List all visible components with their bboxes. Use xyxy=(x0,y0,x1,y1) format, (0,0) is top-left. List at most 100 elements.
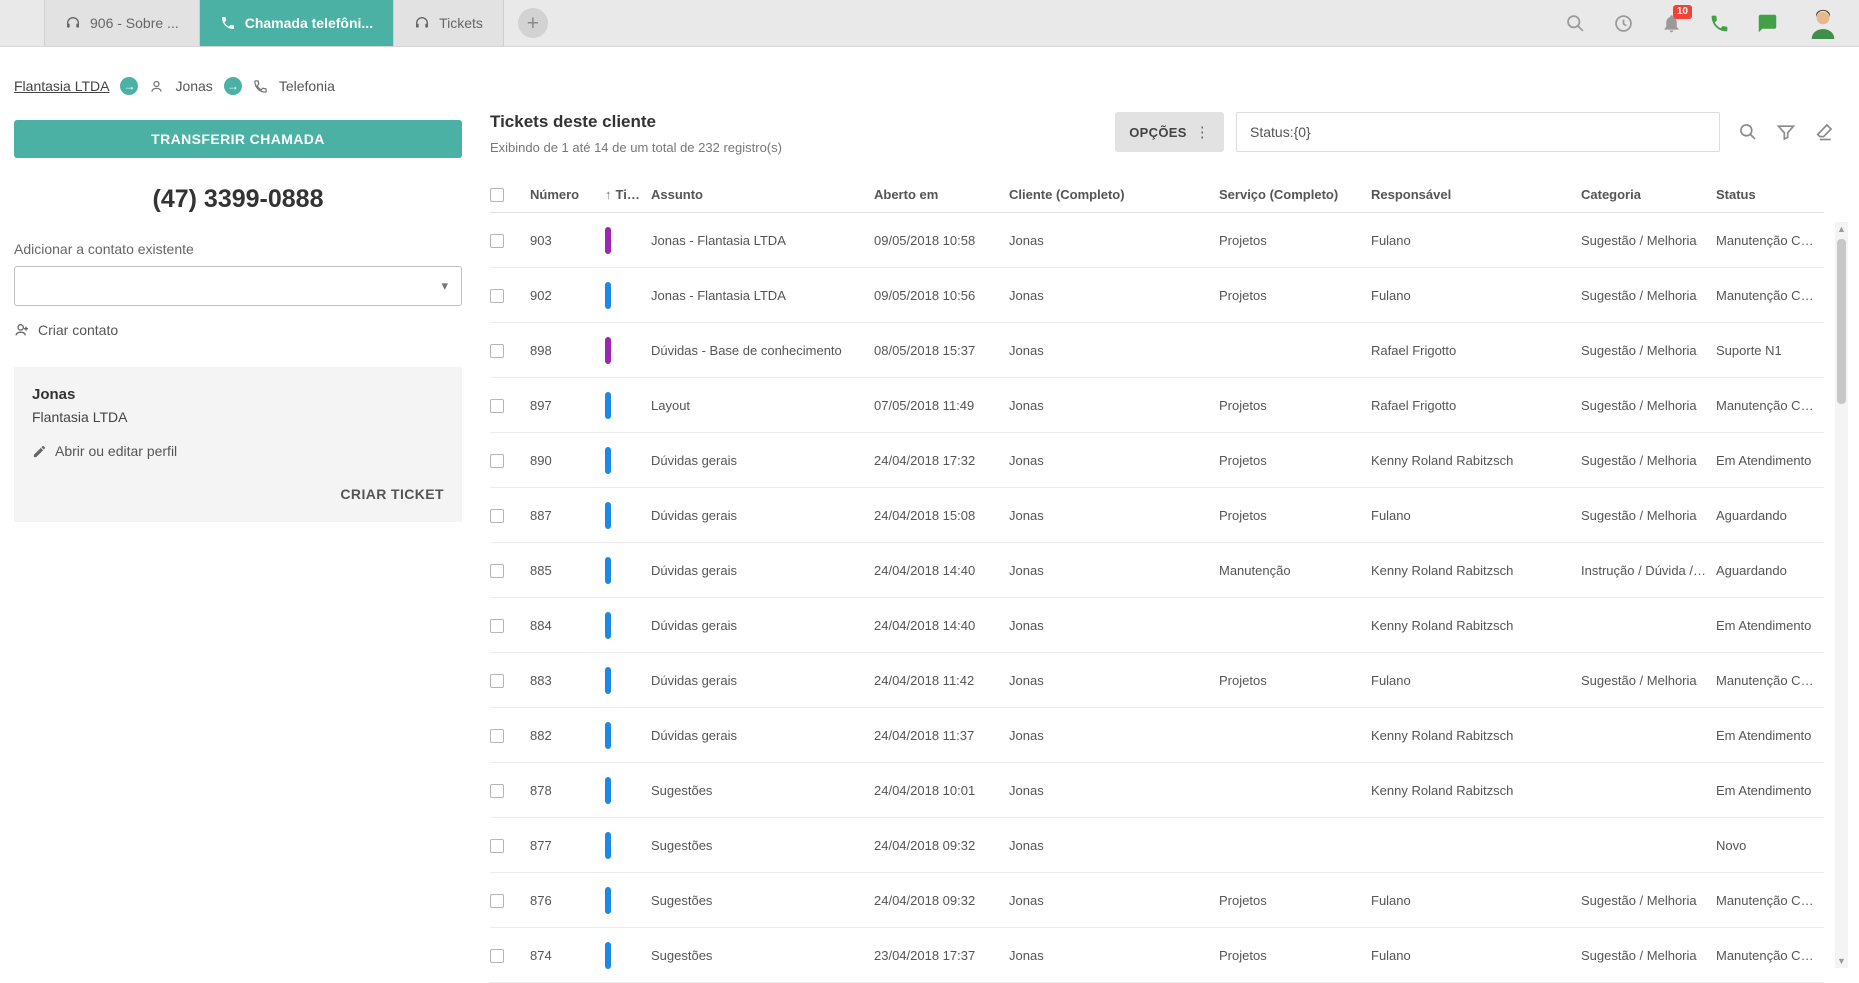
column-header-assunto[interactable]: Assunto xyxy=(651,187,874,202)
row-checkbox[interactable] xyxy=(490,894,504,908)
ticket-status: Aguardando xyxy=(1716,563,1824,578)
ticket-subject: Dúvidas gerais xyxy=(651,453,874,468)
column-header-responsavel[interactable]: Responsável xyxy=(1371,187,1581,202)
column-header-categoria[interactable]: Categoria xyxy=(1581,187,1716,202)
edit-profile-link[interactable]: Abrir ou editar perfil xyxy=(32,443,177,459)
tipo-color-bar xyxy=(605,777,611,804)
row-checkbox[interactable] xyxy=(490,564,504,578)
row-checkbox[interactable] xyxy=(490,234,504,248)
user-avatar[interactable] xyxy=(1805,6,1841,42)
row-checkbox[interactable] xyxy=(490,674,504,688)
ticket-number: 890 xyxy=(530,453,605,468)
phone-call-icon[interactable] xyxy=(1709,13,1730,34)
search-icon[interactable] xyxy=(1565,13,1586,34)
arrow-right-icon: → xyxy=(120,77,138,95)
row-checkbox[interactable] xyxy=(490,509,504,523)
column-header-numero[interactable]: Número xyxy=(530,187,605,202)
ticket-assignee: Fulano xyxy=(1371,288,1581,303)
tab-chamada-telefonica[interactable]: Chamada telefôni... xyxy=(200,0,394,46)
new-tab-button[interactable]: + xyxy=(518,8,548,38)
contact-company: Flantasia LTDA xyxy=(32,409,444,425)
table-row[interactable]: 887 Dúvidas gerais 24/04/2018 15:08 Jona… xyxy=(490,488,1824,543)
table-row[interactable]: 874 Sugestões 23/04/2018 17:37 Jonas Pro… xyxy=(490,928,1824,983)
options-button[interactable]: OPÇÕES ⋮ xyxy=(1115,112,1224,152)
row-checkbox[interactable] xyxy=(490,289,504,303)
tab-label: Tickets xyxy=(439,15,483,31)
table-row[interactable]: 885 Dúvidas gerais 24/04/2018 14:40 Jona… xyxy=(490,543,1824,598)
contact-card: Jonas Flantasia LTDA Abrir ou editar per… xyxy=(14,367,462,522)
table-row[interactable]: 903 Jonas - Flantasia LTDA 09/05/2018 10… xyxy=(490,213,1824,268)
column-header-cliente[interactable]: Cliente (Completo) xyxy=(1009,187,1219,202)
notification-badge: 10 xyxy=(1673,5,1692,19)
breadcrumb-contact[interactable]: Jonas xyxy=(175,78,212,94)
ticket-service: Projetos xyxy=(1219,398,1371,413)
table-row[interactable]: 897 Layout 07/05/2018 11:49 Jonas Projet… xyxy=(490,378,1824,433)
select-all-checkbox[interactable] xyxy=(490,188,504,202)
table-row[interactable]: 884 Dúvidas gerais 24/04/2018 14:40 Jona… xyxy=(490,598,1824,653)
table-scrollbar[interactable]: ▲ ▼ xyxy=(1835,222,1848,968)
notifications-bell-icon[interactable]: 10 xyxy=(1661,13,1682,34)
table-row[interactable]: 877 Sugestões 24/04/2018 09:32 Jonas Nov… xyxy=(490,818,1824,873)
history-clock-icon[interactable] xyxy=(1613,13,1634,34)
ticket-service: Manutenção xyxy=(1219,563,1371,578)
column-header-tipo[interactable]: ↑Tipo xyxy=(605,187,651,202)
eraser-icon[interactable] xyxy=(1814,122,1834,142)
scrollbar-thumb[interactable] xyxy=(1837,239,1846,404)
breadcrumb-section[interactable]: Telefonia xyxy=(279,78,335,94)
transfer-call-button[interactable]: TRANSFERIR CHAMADA xyxy=(14,120,462,158)
table-row[interactable]: 890 Dúvidas gerais 24/04/2018 17:32 Jona… xyxy=(490,433,1824,488)
row-checkbox[interactable] xyxy=(490,729,504,743)
row-checkbox[interactable] xyxy=(490,619,504,633)
tipo-color-bar xyxy=(605,337,611,364)
table-row[interactable]: 883 Dúvidas gerais 24/04/2018 11:42 Jona… xyxy=(490,653,1824,708)
row-checkbox[interactable] xyxy=(490,399,504,413)
kebab-menu-icon: ⋮ xyxy=(1195,123,1210,141)
breadcrumb-company-link[interactable]: Flantasia LTDA xyxy=(14,78,109,94)
ticket-subject: Sugestões xyxy=(651,838,874,853)
table-row[interactable]: 898 Dúvidas - Base de conhecimento 08/05… xyxy=(490,323,1824,378)
table-header: Número ↑Tipo Assunto Aberto em Cliente (… xyxy=(490,177,1824,213)
scroll-down-icon[interactable]: ▼ xyxy=(1837,954,1846,968)
create-contact-link[interactable]: Criar contato xyxy=(14,322,118,338)
tab-tickets[interactable]: Tickets xyxy=(394,0,504,46)
ticket-subject: Dúvidas gerais xyxy=(651,508,874,523)
ticket-service: Projetos xyxy=(1219,948,1371,963)
ticket-opened-at: 09/05/2018 10:56 xyxy=(874,288,1009,303)
ticket-filter-input[interactable] xyxy=(1236,112,1720,152)
ticket-client: Jonas xyxy=(1009,563,1219,578)
ticket-status: Manutenção Corretiva xyxy=(1716,398,1824,413)
ticket-subject: Dúvidas - Base de conhecimento xyxy=(651,343,874,358)
row-checkbox[interactable] xyxy=(490,949,504,963)
row-checkbox[interactable] xyxy=(490,344,504,358)
filter-funnel-icon[interactable] xyxy=(1776,122,1796,142)
breadcrumb: Flantasia LTDA → Jonas → Telefonia xyxy=(14,77,1859,95)
ticket-opened-at: 24/04/2018 15:08 xyxy=(874,508,1009,523)
row-checkbox[interactable] xyxy=(490,784,504,798)
tab-label: 906 - Sobre ... xyxy=(90,15,179,31)
existing-contact-select[interactable]: ▾ xyxy=(14,266,462,306)
ticket-assignee: Rafael Frigotto xyxy=(1371,398,1581,413)
ticket-assignee: Fulano xyxy=(1371,508,1581,523)
tab-906-sobre[interactable]: 906 - Sobre ... xyxy=(44,0,200,46)
column-header-servico[interactable]: Serviço (Completo) xyxy=(1219,187,1371,202)
scroll-up-icon[interactable]: ▲ xyxy=(1837,222,1846,236)
ticket-client: Jonas xyxy=(1009,728,1219,743)
row-checkbox[interactable] xyxy=(490,839,504,853)
topbar-actions: 10 xyxy=(1565,0,1841,47)
row-checkbox[interactable] xyxy=(490,454,504,468)
ticket-service: Projetos xyxy=(1219,288,1371,303)
column-header-status[interactable]: Status xyxy=(1716,187,1824,202)
tipo-color-bar xyxy=(605,942,611,969)
create-ticket-button[interactable]: CRIAR TICKET xyxy=(32,486,444,502)
table-row[interactable]: 878 Sugestões 24/04/2018 10:01 Jonas Ken… xyxy=(490,763,1824,818)
column-header-aberto-em[interactable]: Aberto em xyxy=(874,187,1009,202)
ticket-number: 903 xyxy=(530,233,605,248)
chat-icon[interactable] xyxy=(1757,13,1778,34)
table-row[interactable]: 902 Jonas - Flantasia LTDA 09/05/2018 10… xyxy=(490,268,1824,323)
table-row[interactable]: 882 Dúvidas gerais 24/04/2018 11:37 Jona… xyxy=(490,708,1824,763)
tipo-color-bar xyxy=(605,282,611,309)
tickets-table: Número ↑Tipo Assunto Aberto em Cliente (… xyxy=(490,177,1824,983)
ticket-number: 885 xyxy=(530,563,605,578)
table-row[interactable]: 876 Sugestões 24/04/2018 09:32 Jonas Pro… xyxy=(490,873,1824,928)
search-icon[interactable] xyxy=(1738,122,1758,142)
